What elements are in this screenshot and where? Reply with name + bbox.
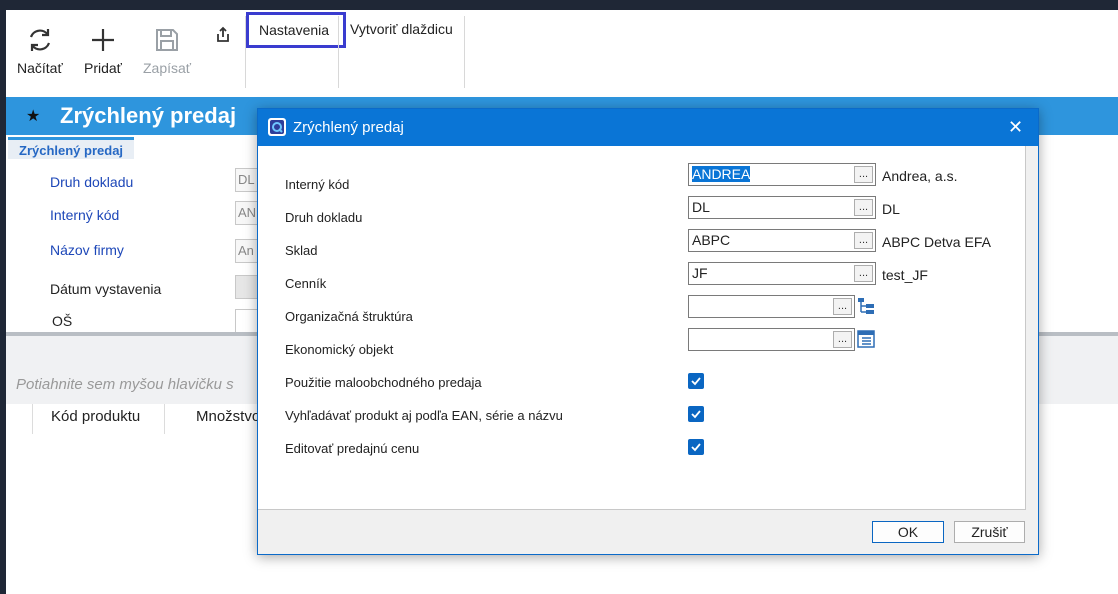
reload-button[interactable]: Načítať <box>17 26 63 76</box>
input-value: JF <box>692 265 708 281</box>
cancel-button[interactable]: Zrušiť <box>954 521 1025 543</box>
dialog-label-vyhladavat-produkt: Vyhľadávať produkt aj podľa EAN, série a… <box>285 408 563 423</box>
tab-zrychleny-predaj[interactable]: Zrýchlený predaj <box>8 137 135 159</box>
save-label: Zapísať <box>143 60 192 76</box>
dialog-input-cennik[interactable]: JF ... <box>688 262 876 285</box>
star-icon[interactable]: ★ <box>26 106 40 126</box>
lookup-button[interactable]: ... <box>854 166 873 183</box>
dialog-label-maloobchodny-predaj: Použitie maloobchodného predaja <box>285 375 482 390</box>
dialog-label-cennik: Cenník <box>285 276 327 291</box>
input-value: DL <box>692 199 710 215</box>
lookup-button[interactable]: ... <box>854 265 873 282</box>
floppy-disk-icon <box>156 29 179 51</box>
tab-nastavenia[interactable]: Nastavenia <box>246 12 346 48</box>
column-divider <box>164 404 165 434</box>
add-label: Pridať <box>84 60 122 76</box>
group-by-hint: Potiahnite sem myšou hlavičku s <box>16 376 234 393</box>
field-label-nazov-firmy[interactable]: Názov firmy <box>50 242 124 258</box>
dialog-label-ekonomicky-objekt: Ekonomický objekt <box>285 342 394 357</box>
close-icon[interactable]: ✕ <box>1008 117 1023 138</box>
lookup-button[interactable]: ... <box>854 232 873 249</box>
dialog-label-druh-dokladu: Druh dokladu <box>285 210 363 225</box>
dialog-value-druh-dokladu: DL <box>882 201 900 217</box>
tree-structure-icon[interactable] <box>857 330 875 348</box>
checkmark-icon <box>691 443 701 452</box>
checkbox-editovat-cenu[interactable] <box>688 439 704 455</box>
column-header-kod-produktu[interactable]: Kód produktu <box>51 408 140 425</box>
reload-label: Načítať <box>17 60 63 76</box>
share-button[interactable] <box>215 26 231 47</box>
save-button[interactable]: Zapísať <box>143 26 191 76</box>
dialog-label-interny-kod: Interný kód <box>285 177 350 192</box>
refresh-icon <box>29 29 50 51</box>
input-value: ANDREA <box>692 166 751 182</box>
field-label-os: OŠ <box>52 313 73 329</box>
page-title: Zrýchlený predaj <box>60 103 237 128</box>
dialog-input-sklad[interactable]: ABPC ... <box>688 229 876 252</box>
dialog-value-interny-kod: Andrea, a.s. <box>882 168 958 184</box>
column-divider <box>32 404 33 434</box>
dialog-input-organizacna-struktura[interactable]: ... <box>688 295 855 318</box>
dialog-input-druh-dokladu[interactable]: DL ... <box>688 196 876 219</box>
column-header-mnozstvo[interactable]: Množstvo <box>196 408 260 425</box>
add-button[interactable]: Pridať <box>84 26 122 76</box>
dialog-title-bar[interactable]: Zrýchlený predaj ✕ <box>258 109 1038 146</box>
tree-structure-icon[interactable] <box>857 297 875 315</box>
checkmark-icon <box>691 410 701 419</box>
settings-dialog: Zrýchlený predaj ✕ Interný kód ANDREA ..… <box>257 108 1039 555</box>
dialog-title: Zrýchlený predaj <box>293 119 404 136</box>
dialog-body: Interný kód ANDREA ... Andrea, a.s. Druh… <box>258 146 1026 510</box>
dialog-input-ekonomicky-objekt[interactable]: ... <box>688 328 855 351</box>
lookup-button[interactable]: ... <box>854 199 873 216</box>
ok-button[interactable]: OK <box>872 521 944 543</box>
toolbar: Načítať Pridať Zapísať Nastavenia Vytvor… <box>6 10 1118 96</box>
checkbox-vyhladavat-produkt[interactable] <box>688 406 704 422</box>
field-label-interny-kod[interactable]: Interný kód <box>50 207 119 223</box>
app-logo-icon <box>268 118 286 136</box>
field-label-datum-vystavenia: Dátum vystavenia <box>50 281 162 297</box>
dialog-value-cennik: test_JF <box>882 267 928 283</box>
dialog-value-sklad: ABPC Detva EFA <box>882 234 991 250</box>
field-label-druh-dokladu[interactable]: Druh dokladu <box>50 174 133 190</box>
plus-icon <box>91 29 114 51</box>
tab-vytvorit-dlazdicu[interactable]: Vytvoriť dlaždicu <box>340 12 463 48</box>
toolbar-divider <box>464 16 465 88</box>
lookup-button[interactable]: ... <box>833 298 852 315</box>
share-icon <box>217 26 229 42</box>
checkbox-maloobchodny-predaj[interactable] <box>688 373 704 389</box>
dialog-input-interny-kod[interactable]: ANDREA ... <box>688 163 876 186</box>
dialog-label-organizacna-struktura: Organizačná štruktúra <box>285 309 413 324</box>
dialog-label-editovat-cenu: Editovať predajnú cenu <box>285 441 420 456</box>
input-value: ABPC <box>692 232 731 248</box>
lookup-button[interactable]: ... <box>833 331 852 348</box>
checkmark-icon <box>691 377 701 386</box>
dialog-label-sklad: Sklad <box>285 243 318 258</box>
toolbar-divider <box>338 16 339 88</box>
